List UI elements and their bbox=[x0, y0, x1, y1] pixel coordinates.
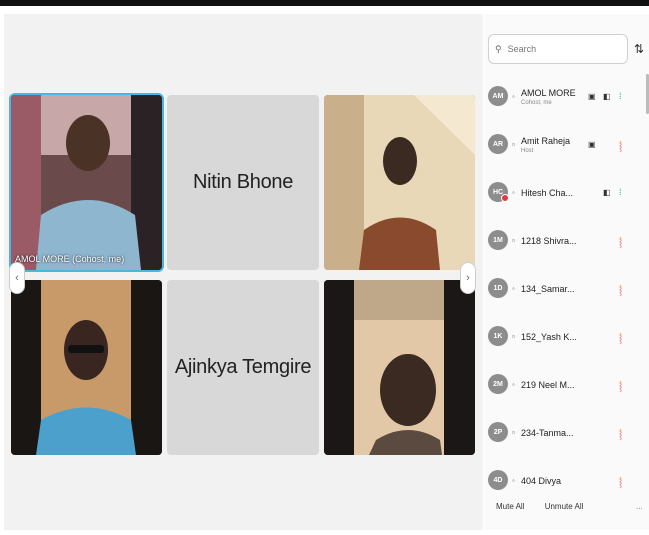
video-feed bbox=[11, 280, 162, 455]
participant-search[interactable]: ⚲ bbox=[488, 34, 628, 64]
participant-name-label: Ajinkya Temgire bbox=[174, 356, 312, 378]
participant-name-label: Nitin Bhone bbox=[192, 171, 294, 193]
participant-row[interactable]: HC ◦ Hitesh Cha... ◧ ⁞ bbox=[488, 178, 638, 212]
screen-share-icon: ▣ bbox=[588, 140, 596, 149]
camera-icon: ◧ bbox=[603, 92, 611, 101]
more-options-icon[interactable]: ... bbox=[636, 502, 643, 511]
participant-name: 404 Divya bbox=[521, 476, 562, 486]
video-stage: AMOL MORE (Cohost, me) Nitin Bhone Ajink… bbox=[4, 14, 483, 530]
name-tile-nitin-bhone[interactable]: Nitin Bhone bbox=[167, 95, 319, 270]
participant-name: 234-Tanma... bbox=[521, 428, 574, 438]
microphone-on-icon[interactable]: ⁞ bbox=[619, 187, 622, 197]
camera-icon: ◧ bbox=[603, 188, 611, 197]
video-feed-amol-more bbox=[11, 95, 162, 270]
participants-panel: ⚲ ⇅ AM ◦ AMOL MORE Cohost, me ▣ ◧ ⁞ AR ▫ Amit Rah… bbox=[484, 14, 649, 530]
sort-icon[interactable]: ⇅ bbox=[634, 42, 644, 56]
video-tile-participant[interactable] bbox=[324, 95, 475, 270]
participant-name: Hitesh Cha... bbox=[521, 188, 574, 198]
microphone-muted-icon[interactable]: ⸾ bbox=[619, 331, 622, 344]
participant-row[interactable]: 2M ◦ 219 Neel M... ⸾ bbox=[488, 370, 638, 404]
video-tile-amol-more[interactable]: AMOL MORE (Cohost, me) bbox=[11, 95, 162, 270]
top-bar bbox=[0, 0, 649, 6]
participant-row[interactable]: AM ◦ AMOL MORE Cohost, me ▣ ◧ ⁞ bbox=[488, 82, 638, 116]
microphone-muted-icon[interactable]: ⸾ bbox=[619, 283, 622, 296]
avatar: AR bbox=[488, 134, 508, 154]
screen-share-icon: ▣ bbox=[588, 92, 596, 101]
participant-name: Amit Raheja bbox=[521, 136, 571, 146]
avatar: 1D bbox=[488, 278, 508, 298]
audio-indicator-icon: ▫ bbox=[512, 428, 515, 437]
audio-indicator-icon: ◦ bbox=[512, 476, 515, 485]
audio-indicator-icon: ◦ bbox=[512, 380, 515, 389]
avatar: 1K bbox=[488, 326, 508, 346]
participant-row[interactable]: 1D ◦ 134_Samar... ⸾ bbox=[488, 274, 638, 308]
microphone-muted-icon[interactable]: ⸾ bbox=[619, 235, 622, 248]
video-tile-participant[interactable] bbox=[324, 280, 475, 455]
avatar: 2P bbox=[488, 422, 508, 442]
audio-indicator-icon: ◦ bbox=[512, 92, 515, 101]
avatar: 4D bbox=[488, 470, 508, 490]
participant-row[interactable]: 4D ◦ 404 Divya ⸾ bbox=[488, 466, 638, 500]
status-dot-icon bbox=[501, 194, 509, 202]
search-input[interactable] bbox=[505, 43, 620, 55]
video-tile-participant[interactable] bbox=[11, 280, 162, 455]
avatar: HC bbox=[488, 182, 509, 202]
video-feed bbox=[324, 280, 475, 455]
audio-indicator-icon: ▫ bbox=[512, 332, 515, 341]
participant-role: Host bbox=[521, 148, 534, 154]
audio-indicator-icon: ◦ bbox=[512, 284, 515, 293]
participant-row[interactable]: 2P ▫ 234-Tanma... ⸾ bbox=[488, 418, 638, 452]
avatar: 2M bbox=[488, 374, 508, 394]
panel-footer: Mute All Unmute All bbox=[496, 502, 601, 511]
search-icon: ⚲ bbox=[495, 43, 502, 54]
video-tile-caption: AMOL MORE (Cohost, me) bbox=[15, 254, 125, 264]
next-page-button[interactable]: › bbox=[460, 262, 476, 294]
video-feed bbox=[324, 95, 475, 270]
mute-all-button[interactable]: Mute All bbox=[496, 502, 524, 511]
microphone-muted-icon[interactable]: ⸾ bbox=[619, 379, 622, 392]
avatar: 1M bbox=[488, 230, 508, 250]
name-tile-ajinkya-temgire[interactable]: Ajinkya Temgire bbox=[167, 280, 319, 455]
participant-name: 134_Samar... bbox=[521, 284, 575, 294]
microphone-muted-icon[interactable]: ⸾ bbox=[619, 475, 622, 488]
participant-row[interactable]: 1M ▫ 1218 Shivra... ⸾ bbox=[488, 226, 638, 260]
audio-indicator-icon: ▫ bbox=[512, 140, 515, 149]
previous-page-button[interactable]: ‹ bbox=[9, 262, 25, 294]
participant-name: 152_Yash K... bbox=[521, 332, 577, 342]
participant-role: Cohost, me bbox=[521, 100, 552, 106]
unmute-all-button[interactable]: Unmute All bbox=[545, 502, 584, 511]
audio-indicator-icon: ▫ bbox=[512, 236, 515, 245]
participant-name: 219 Neel M... bbox=[521, 380, 575, 390]
chevron-left-icon: ‹ bbox=[15, 272, 19, 284]
participant-name: AMOL MORE bbox=[521, 88, 576, 98]
microphone-on-icon[interactable]: ⁞ bbox=[619, 91, 622, 101]
participant-row[interactable]: AR ▫ Amit Raheja Host ▣ ⸾ bbox=[488, 130, 638, 164]
avatar: AM bbox=[488, 86, 508, 106]
participant-name: 1218 Shivra... bbox=[521, 236, 577, 246]
audio-indicator-icon: ◦ bbox=[512, 188, 515, 197]
microphone-muted-icon[interactable]: ⸾ bbox=[619, 139, 622, 152]
participant-row[interactable]: 1K ▫ 152_Yash K... ⸾ bbox=[488, 322, 638, 356]
chevron-right-icon: › bbox=[466, 272, 470, 284]
microphone-muted-icon[interactable]: ⸾ bbox=[619, 427, 622, 440]
